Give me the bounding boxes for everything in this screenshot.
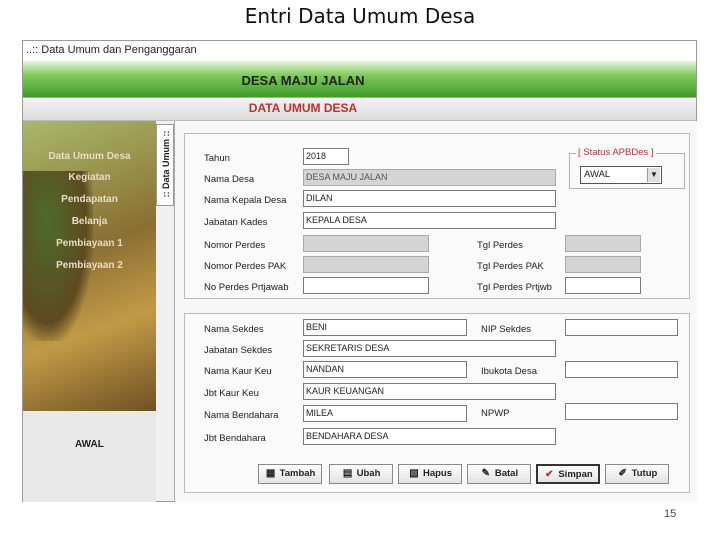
desa-name-heading: DESA MAJU JALAN (241, 73, 365, 88)
tahun-label: Tahun (204, 153, 230, 164)
section-title: DATA UMUM DESA (248, 101, 358, 115)
npwp-input[interactable] (565, 403, 678, 420)
slide-title: Entri Data Umum Desa (244, 4, 476, 28)
jbt-kaur-keu-label: Jbt Kaur Keu (204, 388, 259, 399)
sidebar-item-data-umum-desa[interactable]: Data Umum Desa (23, 151, 156, 162)
nama-kepala-desa-label: Nama Kepala Desa (204, 195, 287, 206)
window-title: ..:: Data Umum dan Penganggaran (23, 41, 696, 61)
jabatan-kades-input[interactable]: KEPALA DESA (303, 212, 556, 229)
no-perdes-prtjawab-input[interactable] (303, 277, 429, 294)
nama-bendahara-input[interactable]: MILEA (303, 405, 467, 422)
tgl-perdes-pak-input (565, 256, 641, 273)
add-record-icon: ▦ (265, 468, 276, 479)
nomor-perdes-label: Nomor Perdes (204, 240, 266, 251)
sidebar-item-belanja[interactable]: Belanja (23, 216, 156, 227)
nama-kepala-desa-input[interactable]: DILAN (303, 190, 556, 207)
nip-sekdes-label: NIP Sekdes (481, 324, 531, 335)
status-apbdes-title: [ Status APBDes ] (576, 147, 656, 158)
simpan-button[interactable]: ✔ Simpan (536, 464, 600, 484)
tab-data-umum-label: :: Data Umum :: (161, 130, 171, 198)
jabatan-sekdes-input[interactable]: SEKRETARIS DESA (303, 340, 556, 357)
tab-data-umum[interactable]: :: Data Umum :: (156, 124, 174, 206)
nomor-perdes-pak-input (303, 256, 429, 273)
tgl-perdes-prtjwb-input[interactable] (565, 277, 641, 294)
desa-info-panel: Tahun 2018 Nama Desa DESA MAJU JALAN Nam… (184, 133, 690, 299)
close-icon: ✐ (618, 468, 627, 479)
nama-kaur-keu-label: Nama Kaur Keu (204, 366, 272, 377)
pejabat-panel: Nama Sekdes BENI NIP Sekdes Jabatan Sekd… (184, 313, 690, 493)
ubah-button-label: Ubah (356, 468, 381, 479)
undo-icon: ✎ (481, 468, 491, 479)
sidebar-item-pembiayaan-1[interactable]: Pembiayaan 1 (23, 238, 156, 249)
batal-button[interactable]: ✎ Batal (467, 464, 531, 484)
tgl-perdes-input (565, 235, 641, 252)
tambah-button-label: Tambah (279, 468, 316, 479)
tambah-button[interactable]: ▦ Tambah (258, 464, 322, 484)
tutup-button-label: Tutup (631, 468, 658, 479)
ibukota-desa-label: Ibukota Desa (481, 366, 537, 377)
nama-sekdes-label: Nama Sekdes (204, 324, 264, 335)
checkmark-icon: ✔ (545, 469, 554, 480)
edit-icon: ▤ (342, 468, 353, 479)
content-area: Tahun 2018 Nama Desa DESA MAJU JALAN Nam… (174, 121, 697, 502)
nama-sekdes-input[interactable]: BENI (303, 319, 467, 336)
nama-bendahara-label: Nama Bendahara (204, 410, 279, 421)
jabatan-sekdes-label: Jabatan Sekdes (204, 345, 273, 356)
hapus-button[interactable]: ▧ Hapus (398, 464, 462, 484)
status-apbdes-group: [ Status APBDes ] AWAL ▼ (569, 147, 685, 189)
sidebar-item-kegiatan[interactable]: Kegiatan (23, 172, 156, 183)
nip-sekdes-input[interactable] (565, 319, 678, 336)
jabatan-kades-label: Jabatan Kades (204, 217, 268, 228)
status-apbdes-select[interactable]: AWAL ▼ (580, 166, 662, 184)
ubah-button[interactable]: ▤ Ubah (329, 464, 393, 484)
nama-kaur-keu-input[interactable]: NANDAN (303, 361, 467, 378)
tahun-input[interactable]: 2018 (303, 148, 349, 165)
jbt-bendahara-input[interactable]: BENDAHARA DESA (303, 428, 556, 445)
sidebar-status-label: AWAL (75, 439, 104, 450)
tgl-perdes-pak-label: Tgl Perdes PAK (477, 261, 544, 272)
jbt-bendahara-label: Jbt Bendahara (204, 433, 266, 444)
nomor-perdes-input (303, 235, 429, 252)
ibukota-desa-input[interactable] (565, 361, 678, 378)
tgl-perdes-label: Tgl Perdes (477, 240, 523, 251)
delete-icon: ▧ (409, 468, 419, 479)
hapus-button-label: Hapus (422, 468, 453, 479)
sidebar-item-pembiayaan-2[interactable]: Pembiayaan 2 (23, 260, 156, 271)
jbt-kaur-keu-input[interactable]: KAUR KEUANGAN (303, 383, 556, 400)
nama-desa-label: Nama Desa (204, 174, 255, 185)
npwp-label: NPWP (481, 408, 510, 419)
nomor-perdes-pak-label: Nomor Perdes PAK (204, 261, 287, 272)
sidebar-status-area (23, 411, 156, 502)
sidebar-item-pendapatan[interactable]: Pendapatan (23, 194, 156, 205)
status-apbdes-value: AWAL (584, 169, 611, 180)
tutup-button[interactable]: ✐ Tutup (605, 464, 669, 484)
tgl-perdes-prtjwb-label: Tgl Perdes Prtjwb (477, 282, 552, 293)
app-window: ..:: Data Umum dan Penganggaran DESA MAJ… (22, 40, 697, 502)
batal-button-label: Batal (494, 468, 519, 479)
no-perdes-prtjawab-label: No Perdes Prtjawab (204, 282, 289, 293)
chevron-down-icon[interactable]: ▼ (647, 168, 660, 182)
simpan-button-label: Simpan (558, 469, 593, 480)
page-number: 15 (664, 508, 677, 520)
nama-desa-input: DESA MAJU JALAN (303, 169, 556, 186)
